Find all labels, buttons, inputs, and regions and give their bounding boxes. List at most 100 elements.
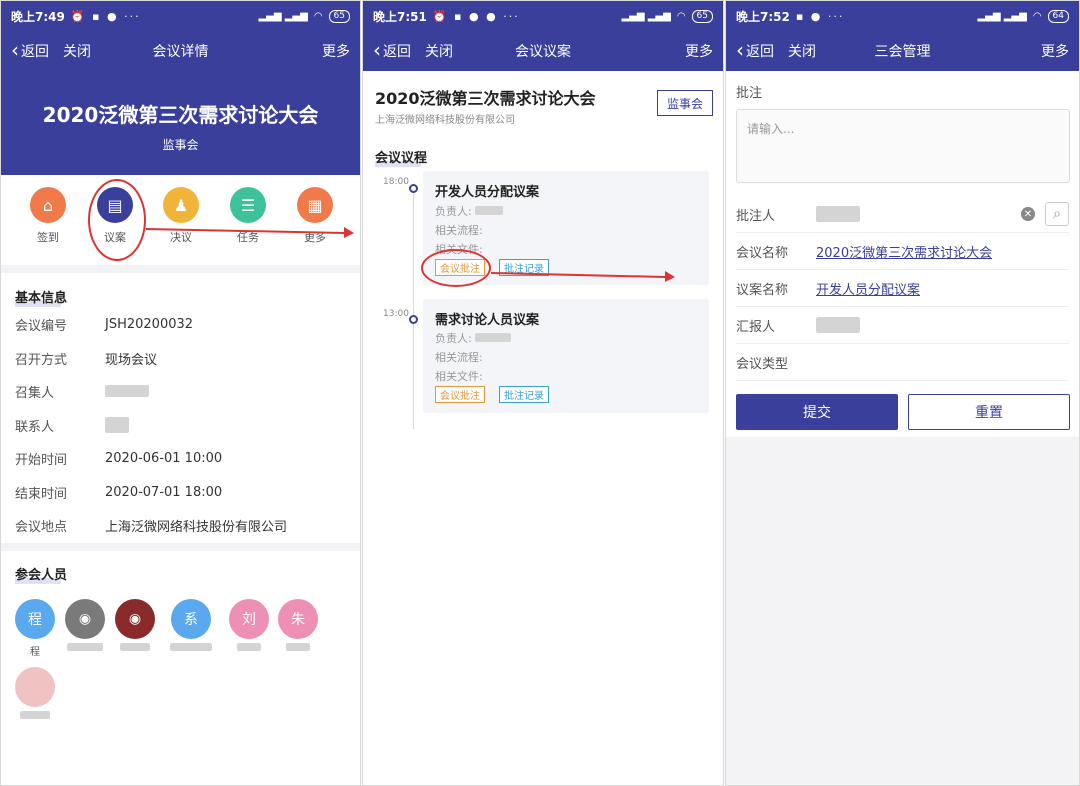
signal-icon: ▂▄▆ ▂▄▆: [621, 11, 670, 22]
status-bar: 晚上7:52 ▪ ● ··· ▂▄▆ ▂▄▆ ◠ 64: [726, 1, 1079, 31]
attendee-name: [225, 643, 273, 655]
timeline-dot: [409, 315, 418, 324]
annotator-row: 批注人 ✕ ⌕: [736, 196, 1069, 233]
search-icon[interactable]: ⌕: [1045, 202, 1069, 226]
battery-icon: 64: [1048, 10, 1069, 23]
blurred-name: [816, 317, 860, 333]
agenda-title-text: 开发人员分配议案: [435, 181, 539, 200]
clear-icon[interactable]: ✕: [1021, 207, 1035, 221]
company-name: 上海泛微网络科技股份有限公司: [375, 111, 515, 126]
meeting-board: 监事会: [1, 136, 360, 153]
agenda-time: 18:00: [383, 177, 409, 187]
annotation-arrow: [491, 267, 677, 283]
status-bar: 晚上7:51 ⏰ ▪ ● ● ··· ▂▄▆ ▂▄▆ ◠ 65: [363, 1, 723, 31]
more-button[interactable]: 更多: [685, 41, 713, 61]
motion-name-link[interactable]: 开发人员分配议案: [816, 279, 920, 298]
attendee-avatar[interactable]: 程 程: [11, 599, 59, 655]
attendee-avatar[interactable]: 系: [167, 599, 215, 655]
chevron-left-icon: ‹: [373, 41, 381, 59]
avatar: 刘: [229, 599, 269, 639]
back-button[interactable]: ‹返回: [11, 41, 49, 61]
agenda-owner: 负责人:: [435, 203, 503, 219]
status-bar: 晚上7:49 ⏰ ▪ ● ··· ▂▄▆ ▂▄▆ ◠ 65: [1, 1, 360, 31]
info-key: 召集人: [15, 382, 105, 401]
nav-bar: ‹返回 关闭 三会管理 更多: [726, 31, 1079, 71]
agenda-flow: 相关流程:: [435, 349, 483, 365]
owner-label: 负责人:: [435, 205, 472, 218]
back-button[interactable]: ‹返回: [736, 41, 774, 61]
basic-info-title: 基本信息: [15, 287, 67, 307]
status-icons: ⏰ ▪ ● ● ···: [433, 10, 520, 23]
blurred-name: [816, 206, 860, 222]
attendee-name: [274, 643, 322, 655]
attendee-avatar[interactable]: 刘: [225, 599, 273, 655]
avatar: 朱: [278, 599, 318, 639]
attendee-name: [167, 643, 215, 655]
meeting-hero: 2020泛微第三次需求讨论大会 监事会: [1, 71, 360, 175]
attendee-avatar[interactable]: ◉: [111, 599, 159, 655]
agenda-flow: 相关流程:: [435, 222, 483, 238]
info-key: 联系人: [15, 416, 105, 435]
reset-button[interactable]: 重置: [908, 394, 1070, 430]
attendee-avatar[interactable]: [11, 667, 59, 723]
page-title: 会议议案: [363, 41, 723, 61]
info-key: 会议地点: [15, 516, 105, 535]
avatar: 系: [171, 599, 211, 639]
status-right: ▂▄▆ ▂▄▆ ◠ 64: [977, 10, 1069, 23]
timeline-dot: [409, 184, 418, 193]
attendee-name: [61, 643, 109, 655]
meeting-annotate-button[interactable]: 会议批注: [435, 386, 485, 403]
row-key: 批注人: [736, 205, 816, 224]
meeting-detail-screen: 晚上7:49 ⏰ ▪ ● ··· ▂▄▆ ▂▄▆ ◠ 65 ‹返回 关闭 会议详…: [0, 0, 361, 786]
annotation-record-button[interactable]: 批注记录: [499, 386, 549, 403]
info-meeting-no: 会议编号 JSH20200032: [15, 307, 350, 341]
blurred-name: [105, 417, 129, 433]
page-title: 会议详情: [1, 41, 360, 61]
meeting-name-link[interactable]: 2020泛微第三次需求讨论大会: [816, 242, 992, 261]
nav-bar: ‹返回 关闭 会议详情 更多: [1, 31, 360, 71]
info-location: 会议地点 上海泛微网络科技股份有限公司: [15, 508, 350, 542]
back-label: 返回: [746, 41, 774, 61]
row-key: 会议类型: [736, 353, 816, 372]
wifi-icon: ◠: [314, 11, 323, 22]
more-button[interactable]: 更多: [1041, 41, 1069, 61]
page-title: 三会管理: [726, 41, 1079, 61]
meeting-motions-screen: 晚上7:51 ⏰ ▪ ● ● ··· ▂▄▆ ▂▄▆ ◠ 65 ‹返回 关闭 会…: [362, 0, 724, 786]
status-icons: ▪ ● ···: [796, 10, 845, 23]
board-tag[interactable]: 监事会: [657, 90, 713, 116]
close-button[interactable]: 关闭: [788, 41, 816, 61]
agenda-card[interactable]: 需求讨论人员议案 负责人: 相关流程: 相关文件: 会议批注 批注记录: [423, 299, 709, 413]
attendee-avatar[interactable]: 朱: [274, 599, 322, 655]
agenda-owner: 负责人:: [435, 330, 511, 346]
remark-textarea[interactable]: 请输入...: [736, 109, 1070, 183]
three-meeting-management-screen: 晚上7:52 ▪ ● ··· ▂▄▆ ▂▄▆ ◠ 64 ‹返回 关闭 三会管理 …: [725, 0, 1080, 786]
annotation-circle: [421, 249, 491, 287]
back-button[interactable]: ‹返回: [373, 41, 411, 61]
submit-button[interactable]: 提交: [736, 394, 898, 430]
nav-bar: ‹返回 关闭 会议议案 更多: [363, 31, 723, 71]
annotation-arrow: [146, 223, 356, 239]
timeline-line: [413, 185, 414, 429]
close-button[interactable]: 关闭: [63, 41, 91, 61]
status-right: ▂▄▆ ▂▄▆ ◠ 65: [621, 10, 713, 23]
blurred-name: [105, 385, 149, 397]
back-label: 返回: [21, 41, 49, 61]
reporter-row: 汇报人: [736, 307, 1069, 344]
info-key: 召开方式: [15, 349, 105, 368]
wifi-icon: ◠: [1033, 11, 1042, 22]
wifi-icon: ◠: [677, 11, 686, 22]
people-icon: ♟: [163, 187, 199, 223]
avatar-blurred: [15, 667, 55, 707]
info-convener: 召集人: [15, 374, 350, 408]
info-value: 2020-07-01 18:00: [105, 485, 222, 500]
action-checkin[interactable]: ⌂ 签到: [23, 187, 73, 245]
divider: [1, 265, 360, 273]
agenda-title-text: 需求讨论人员议案: [435, 309, 539, 328]
agenda-title: 会议议程: [375, 147, 427, 167]
more-button[interactable]: 更多: [322, 41, 350, 61]
info-mode: 召开方式 现场会议: [15, 341, 350, 375]
battery-icon: 65: [692, 10, 713, 23]
attendee-avatar[interactable]: ◉: [61, 599, 109, 655]
info-value: 上海泛微网络科技股份有限公司: [105, 516, 287, 535]
close-button[interactable]: 关闭: [425, 41, 453, 61]
